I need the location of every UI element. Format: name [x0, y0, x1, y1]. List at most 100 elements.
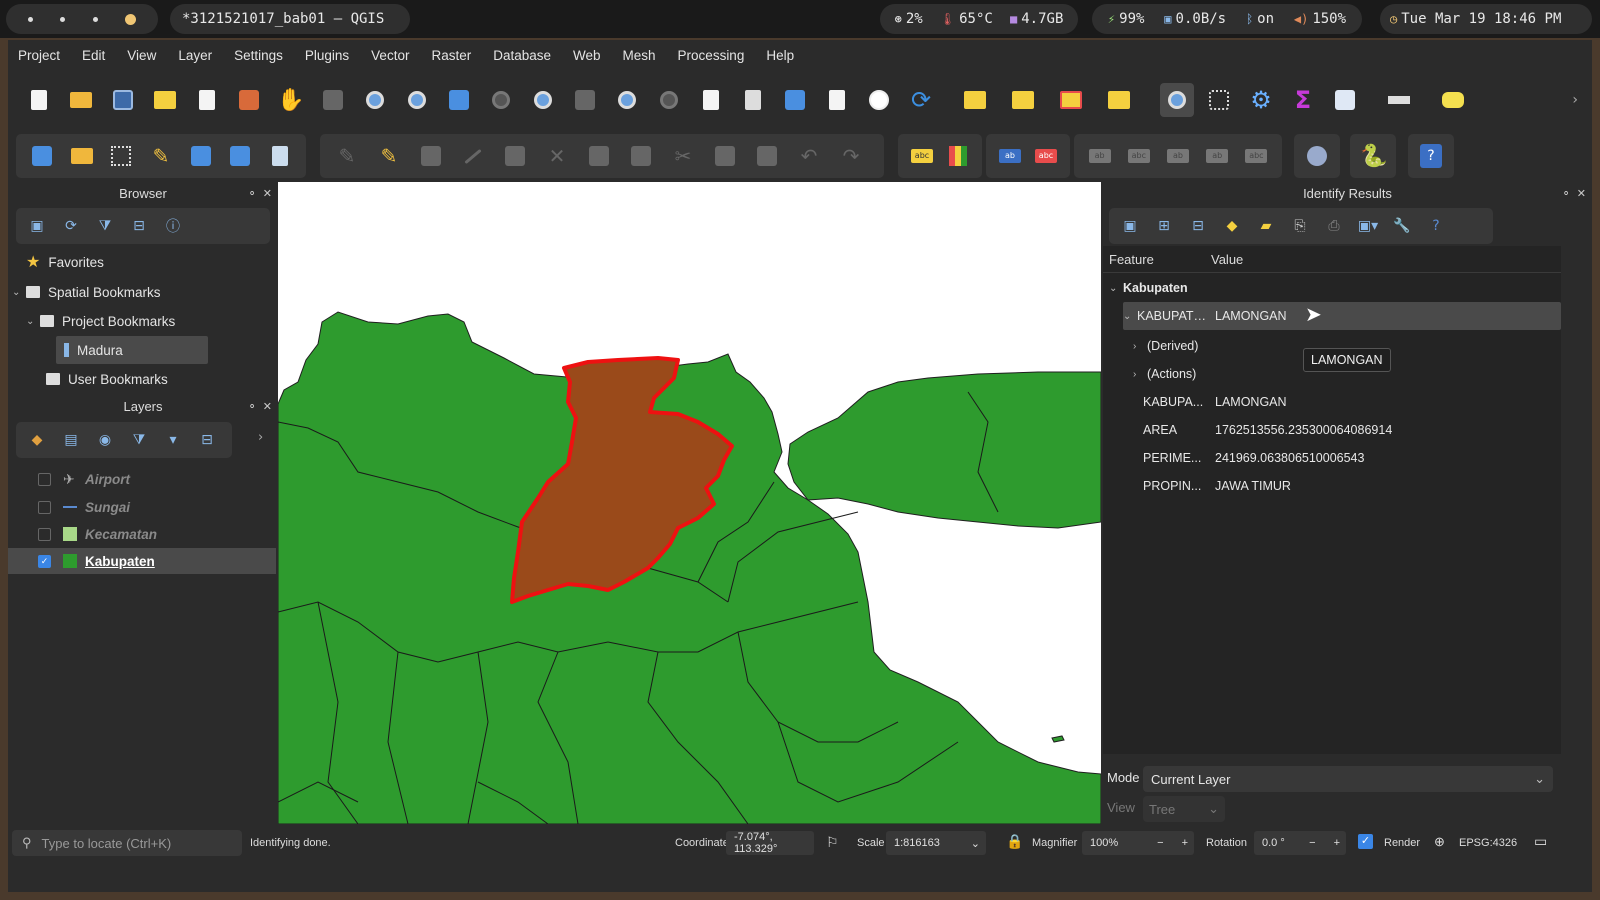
menu-processing[interactable]: Processing: [668, 48, 755, 63]
settings-button[interactable]: ⚙: [1244, 83, 1278, 117]
mode-select[interactable]: Current Layer ⌄: [1143, 766, 1553, 792]
identify-print-button[interactable]: ⎙: [1319, 212, 1349, 240]
identify-collapse-all-button[interactable]: ⊟: [1183, 212, 1213, 240]
copy-features-button[interactable]: [708, 139, 742, 173]
paste-features-button[interactable]: [750, 139, 784, 173]
browser-panel-controls[interactable]: ⚬ ✕: [247, 182, 272, 206]
globe-icon[interactable]: ⊕: [1434, 834, 1445, 850]
scale-combobox[interactable]: 1:816163 ⌄: [886, 831, 986, 855]
zoom-layer-button[interactable]: [526, 83, 560, 117]
redo-button[interactable]: ↷: [834, 139, 868, 173]
layer-styling-button[interactable]: ◆: [22, 426, 52, 454]
zoom-selection-button[interactable]: [484, 83, 518, 117]
workspace-indicator[interactable]: [6, 4, 158, 34]
cut-features-button[interactable]: ✂: [666, 139, 700, 173]
move-label-button[interactable]: abc: [1123, 139, 1154, 173]
browser-filter-button[interactable]: ⧩: [90, 212, 120, 240]
locator-search[interactable]: ⚲ Type to locate (Ctrl+K): [12, 830, 242, 856]
select-features-button[interactable]: [958, 83, 992, 117]
chevron-down-icon[interactable]: ⌄: [1123, 311, 1137, 322]
identify-clear-button[interactable]: ▰: [1251, 212, 1281, 240]
browser-item-user-bookmarks[interactable]: User Bookmarks: [46, 365, 168, 393]
zoom-in-button[interactable]: [358, 83, 392, 117]
layer-row-kecamatan[interactable]: Kecamatan: [8, 521, 276, 547]
identify-expand-all-button[interactable]: ⊞: [1149, 212, 1179, 240]
add-raster-button[interactable]: [225, 139, 257, 173]
add-polygon-button[interactable]: [498, 139, 532, 173]
menu-settings[interactable]: Settings: [224, 48, 293, 63]
layer-labeling-button[interactable]: abc: [908, 139, 936, 173]
chevron-right-icon[interactable]: ›: [1133, 369, 1147, 380]
change-label-button[interactable]: ab: [1202, 139, 1233, 173]
show-hide-labels-button[interactable]: ab: [1084, 139, 1115, 173]
attribute-table-grid-button[interactable]: [1202, 83, 1236, 117]
minus-icon[interactable]: −: [1309, 837, 1315, 849]
layer-row-airport[interactable]: ✈ Airport: [8, 466, 276, 492]
layer-row-kabupaten[interactable]: ✓ Kabupaten: [8, 548, 276, 574]
new-project-button[interactable]: [22, 83, 56, 117]
magnifier-spinbox[interactable]: 100% − +: [1082, 831, 1194, 855]
current-edits-button[interactable]: ✎: [330, 139, 364, 173]
view-select[interactable]: Tree ⌄: [1143, 796, 1225, 822]
chevron-down-icon[interactable]: ⌄: [12, 287, 26, 298]
filter-expression-button[interactable]: ▾: [158, 426, 188, 454]
toolbar-overflow-icon[interactable]: ›: [1572, 92, 1578, 108]
new-print-layout-button[interactable]: [148, 83, 182, 117]
pan-map-button[interactable]: ✋: [274, 83, 308, 117]
chevron-down-icon[interactable]: ⌄: [1109, 283, 1123, 294]
render-checkbox[interactable]: ✓: [1358, 834, 1373, 849]
layer-visibility-checkbox[interactable]: [38, 472, 51, 486]
layout-manager-button[interactable]: [190, 83, 224, 117]
browser-item-project-bookmarks[interactable]: ⌄ Project Bookmarks: [26, 307, 175, 335]
layer-visibility-checkbox[interactable]: [38, 527, 51, 541]
temporal-controller-button[interactable]: [862, 83, 896, 117]
zoom-full-button[interactable]: [442, 83, 476, 117]
rotation-spinbox[interactable]: 0.0 ° − +: [1254, 831, 1346, 855]
browser-item-spatial-bookmarks[interactable]: ⌄ Spatial Bookmarks: [12, 278, 161, 306]
select-by-value-button[interactable]: [1006, 83, 1040, 117]
menu-raster[interactable]: Raster: [421, 48, 481, 63]
chevron-right-icon[interactable]: ›: [1133, 341, 1147, 352]
refresh-button[interactable]: ⟳: [904, 83, 938, 117]
label-properties-button[interactable]: abc: [1241, 139, 1272, 173]
new-geopackage-button[interactable]: [66, 139, 98, 173]
minus-icon[interactable]: −: [1157, 837, 1163, 849]
measure-button[interactable]: [1382, 83, 1416, 117]
attribute-row[interactable]: AREA 1762513556.235300064086914: [1143, 416, 1600, 444]
deselect-button[interactable]: [1054, 83, 1088, 117]
map-tips-button[interactable]: [1436, 83, 1470, 117]
workspace-dot-icon[interactable]: [27, 16, 33, 22]
open-attribute-table-button[interactable]: [1328, 83, 1362, 117]
plus-icon[interactable]: +: [1182, 837, 1188, 849]
open-project-button[interactable]: [64, 83, 98, 117]
identify-features-button[interactable]: [1160, 83, 1194, 117]
toggle-editing-button[interactable]: ✎: [372, 139, 406, 173]
identify-expand-button[interactable]: ▣: [1115, 212, 1145, 240]
digitize-button[interactable]: [456, 139, 490, 173]
zoom-last-button[interactable]: [610, 83, 644, 117]
help-button[interactable]: ?: [1418, 139, 1444, 173]
browser-item-madura[interactable]: Madura: [56, 336, 208, 364]
menu-web[interactable]: Web: [563, 48, 611, 63]
map-canvas[interactable]: [278, 182, 1101, 824]
layer-row-sungai[interactable]: Sungai: [8, 494, 276, 520]
pan-to-selection-button[interactable]: [316, 83, 350, 117]
layer-visibility-checkbox[interactable]: [38, 500, 51, 514]
column-header-value[interactable]: Value: [1207, 252, 1243, 267]
delete-selected-button[interactable]: [624, 139, 658, 173]
filter-legend-button[interactable]: ⧩: [124, 426, 154, 454]
attribute-row[interactable]: PERIME... 241969.063806510006543: [1143, 444, 1600, 472]
add-group-button[interactable]: ▤: [56, 426, 86, 454]
identify-select-feature-button[interactable]: ◆: [1217, 212, 1247, 240]
browser-refresh-button[interactable]: ⟳: [56, 212, 86, 240]
new-bookmark-button[interactable]: [778, 83, 812, 117]
layers-panel-controls[interactable]: ⚬ ✕: [247, 395, 272, 419]
identify-panel-controls[interactable]: ⚬ ✕: [1561, 182, 1586, 206]
menu-vector[interactable]: Vector: [361, 48, 419, 63]
menu-mesh[interactable]: Mesh: [613, 48, 666, 63]
lock-scale-icon[interactable]: 🔒: [1006, 833, 1023, 850]
identify-mode-dropdown-button[interactable]: ▣▾: [1353, 212, 1383, 240]
save-project-button[interactable]: [106, 83, 140, 117]
style-manager-button[interactable]: [232, 83, 266, 117]
show-bookmarks-button[interactable]: [820, 83, 854, 117]
